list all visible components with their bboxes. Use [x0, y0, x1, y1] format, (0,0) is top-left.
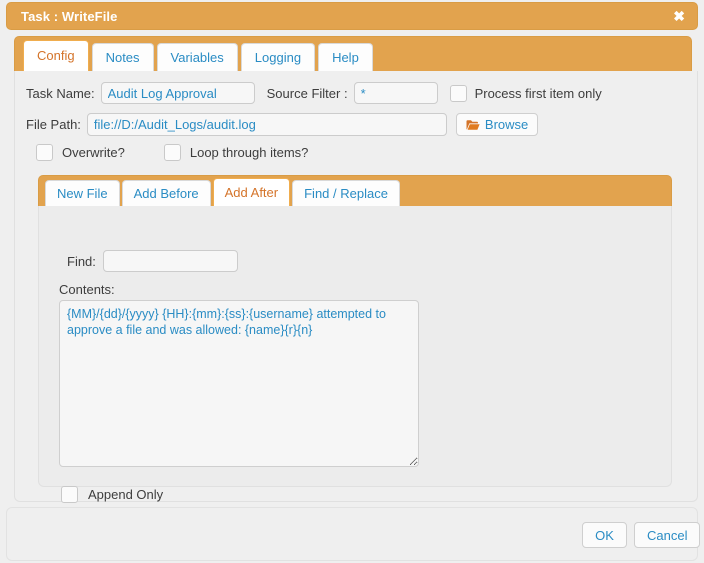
tab-find-replace-label: Find / Replace: [304, 186, 388, 201]
overwrite-label: Overwrite?: [62, 145, 125, 160]
find-label: Find:: [67, 253, 96, 269]
main-tab-strip: Config Notes Variables Logging Help: [14, 36, 692, 72]
loop-through-items-checkbox[interactable]: [163, 144, 181, 161]
process-first-item-checkbox[interactable]: [449, 84, 467, 102]
file-path-row: File Path: Browse: [26, 113, 539, 136]
contents-textarea[interactable]: [59, 300, 419, 467]
close-icon[interactable]: ✖: [673, 9, 685, 23]
tab-config-label: Config: [37, 48, 75, 63]
cancel-button[interactable]: Cancel: [634, 522, 701, 548]
tab-add-after-label: Add After: [224, 185, 279, 200]
tab-notes-label: Notes: [105, 50, 140, 65]
append-only-label: Append Only: [88, 487, 164, 502]
browse-button[interactable]: Browse: [455, 113, 539, 136]
tab-help-label: Help: [332, 50, 359, 65]
find-row: Find:: [67, 250, 238, 272]
append-only-row: Append Only: [61, 486, 163, 503]
tab-logging[interactable]: Logging: [240, 43, 316, 71]
mode-tab-strip: New File Add Before Add After Find / Rep…: [38, 175, 672, 207]
folder-open-icon: [466, 119, 480, 131]
mode-tab-body: Find: Contents: Append Only: [38, 206, 672, 503]
tab-help[interactable]: Help: [318, 43, 373, 71]
options-row: Overwrite? Loop through items?: [36, 144, 308, 161]
write-mode-panel: New File Add Before Add After Find / Rep…: [38, 175, 672, 503]
loop-through-items-label: Loop through items?: [189, 145, 309, 160]
dialog-title: Task : WriteFile: [21, 8, 118, 24]
dialog-footer: OK Cancel: [6, 507, 701, 561]
tab-add-before[interactable]: Add Before: [121, 180, 211, 206]
tab-variables-label: Variables: [170, 50, 224, 65]
task-name-label: Task Name:: [26, 85, 95, 101]
process-first-item-label: Process first item only: [474, 85, 602, 101]
tab-find-replace[interactable]: Find / Replace: [292, 180, 400, 206]
tab-add-after[interactable]: Add After: [212, 178, 291, 206]
source-filter-label: Source Filter :: [266, 85, 348, 101]
contents-label: Contents:: [59, 282, 115, 297]
tab-notes[interactable]: Notes: [91, 43, 154, 71]
file-path-label: File Path:: [26, 117, 81, 132]
tab-config[interactable]: Config: [23, 40, 89, 71]
tab-logging-label: Logging: [254, 50, 302, 65]
task-name-row: Task Name: Source Filter : Process first…: [26, 82, 602, 104]
find-input[interactable]: [102, 250, 238, 272]
overwrite-checkbox[interactable]: [36, 144, 53, 161]
tab-variables[interactable]: Variables: [156, 43, 238, 71]
tab-add-before-label: Add Before: [133, 186, 199, 201]
browse-button-label: Browse: [484, 117, 529, 132]
dialog-title-bar: Task : WriteFile ✖: [6, 2, 698, 30]
task-name-input[interactable]: [100, 82, 255, 104]
tab-new-file-label: New File: [57, 186, 108, 201]
tab-new-file[interactable]: New File: [45, 180, 120, 206]
source-filter-input[interactable]: [353, 82, 438, 104]
file-path-input[interactable]: [86, 113, 447, 136]
append-only-checkbox[interactable]: [61, 486, 78, 503]
ok-button[interactable]: OK: [582, 522, 627, 548]
